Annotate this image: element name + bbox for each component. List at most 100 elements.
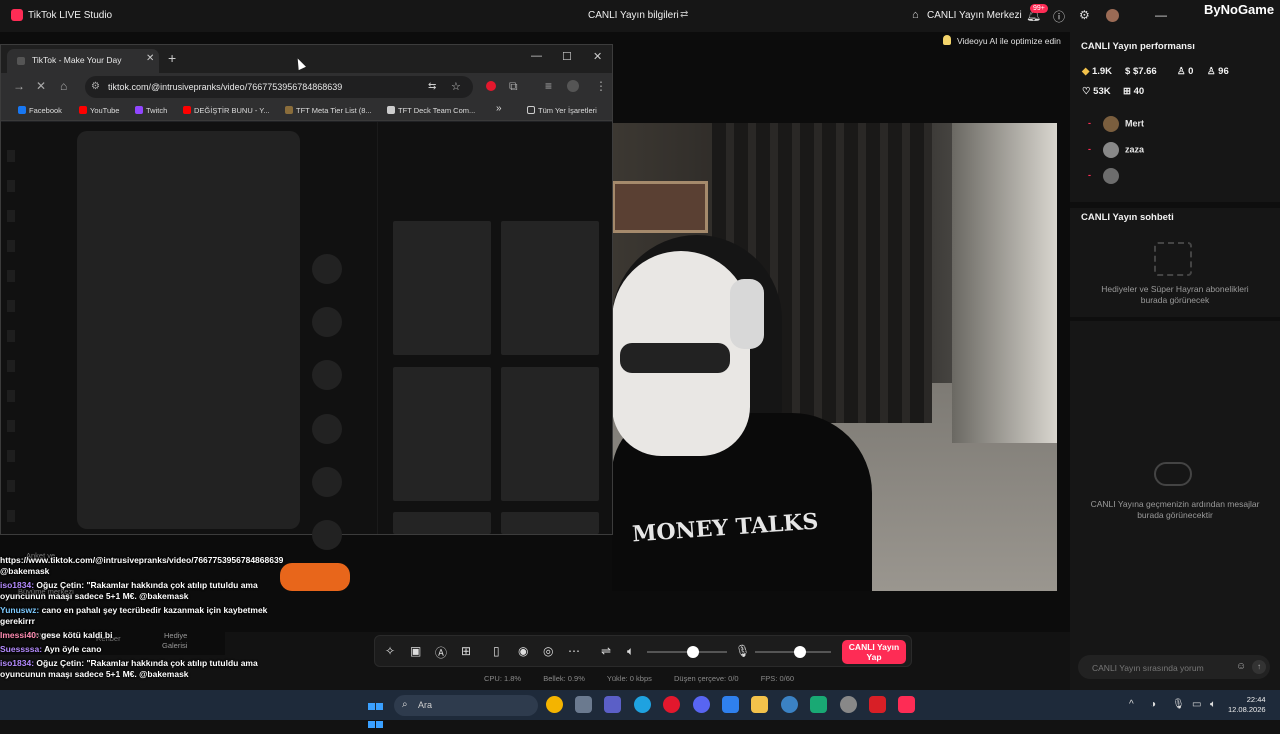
tray-display-icon[interactable]: ▭ [1192,699,1201,710]
comment-input[interactable]: CANLI Yayın sırasında yorum ☺ ↑ [1078,655,1270,679]
new-tab-button[interactable]: + [168,50,176,66]
bookmark-youtube[interactable]: YouTube [79,106,119,115]
media-control-icon[interactable]: ≡ [545,79,552,93]
app-icon[interactable] [810,696,827,713]
skeleton-nav-item [7,330,15,342]
back-arrow-icon[interactable]: → [13,79,25,93]
go-live-button[interactable]: CANLI Yayın Yap [842,640,906,664]
chrome-icon[interactable] [546,696,563,713]
avatar [1103,142,1119,158]
phone-icon[interactable]: ▯ [493,644,500,658]
teams-icon[interactable] [604,696,621,713]
skeleton-thumbnail [393,512,491,534]
upload-rate: Yükle: 0 kbps [606,674,652,683]
viewer-row[interactable]: - Mert [1088,116,1144,132]
tiktok-live-studio-icon[interactable] [898,696,915,713]
opera-icon[interactable] [663,696,680,713]
profile-avatar[interactable] [567,80,579,92]
window-close-icon[interactable]: ✕ [593,50,602,63]
mic-volume-knob[interactable] [794,646,806,658]
overlay-chat-line: Yunuswz: cano en pahalı şey tecrübedir k… [0,605,268,626]
skeleton-action-button [312,520,342,550]
skeleton-action-button [312,360,342,390]
windows-taskbar: ⌕ Ara ^ ◑ 🎙︎ ▭ 🔈︎ 22:44 12.08.2026 [0,690,1280,728]
chrome-active-icon[interactable] [781,696,798,713]
chat-title: CANLI Yayın sohbeti [1081,212,1174,223]
browser-tab[interactable]: TikTok - Make Your Day ✕ [7,49,159,73]
tray-mic-icon[interactable]: 🎙︎ [1172,699,1185,710]
stream-chat-overlay: https://www.tiktok.com/@intrusivepranks/… [0,555,290,683]
bookmarks-overflow-button[interactable]: » [496,103,502,114]
stream-controls-bar: ✧ ▣ Ⓐ ⊞ ▯ ◉ ◎ ⋯ ⇌ 🔈︎ 🎙︎ CANLI Yayın Yap [374,635,912,667]
mic-volume-slider[interactable] [755,651,831,653]
bookmark-degistir[interactable]: DEĞİŞTİR BUNU - Y... [183,106,270,115]
live-info-title[interactable]: CANLI Yayın bilgileri [588,10,679,21]
tab-close-icon[interactable]: ✕ [146,53,154,64]
stop-loading-icon[interactable]: ✕ [36,79,46,93]
ai-optimize-tip[interactable]: Videoyu AI ile optimize edin [957,36,1061,46]
extensions-puzzle-icon[interactable]: ⧉ [509,79,518,94]
skeleton-nav-item [7,510,15,522]
record-icon[interactable]: ◉ [518,644,528,658]
page-divider [377,122,378,534]
app-title: TikTok LIVE Studio [28,10,113,21]
enhance-icon[interactable]: ▣ [410,644,421,658]
watermark-logo: ByNoGame [1204,2,1275,17]
translate-icon[interactable]: ⇆ [428,81,436,92]
bookmark-tft-meta[interactable]: TFT Meta Tier List (8... [285,106,372,115]
home-icon: ⌂ [912,9,919,21]
panel-separator [1070,317,1280,321]
speaker-volume-knob[interactable] [687,646,699,658]
edge-icon[interactable] [634,696,651,713]
magic-wand-icon[interactable]: ✧ [385,644,395,658]
site-info-icon[interactable]: ⚙ [91,81,100,92]
windows-start-icon[interactable] [368,698,383,728]
skeleton-nav-item [7,210,15,222]
mixer-sliders-icon[interactable]: ⇌ [601,644,611,658]
viewer-row[interactable]: - [1088,168,1125,184]
tray-speaker-icon[interactable]: 🔈︎ [1210,699,1216,710]
folder-icon[interactable] [751,696,768,713]
taskbar-search[interactable]: ⌕ Ara [394,695,538,716]
tray-app-icon[interactable]: ◑ [1150,699,1156,710]
menu-kebab-icon[interactable]: ⋮ [595,79,607,93]
bookmark-tft-deck[interactable]: TFT Deck Team Com... [387,106,475,115]
camera-effects-icon[interactable]: ◎ [543,644,553,658]
app-icon[interactable] [840,696,857,713]
add-source-icon[interactable]: ⊞ [461,644,471,658]
help-icon[interactable]: ⓘ [1053,8,1065,25]
speaker-icon[interactable]: 🔈︎ [627,644,634,659]
discord-icon[interactable] [693,696,710,713]
clock[interactable]: 22:44 12.08.2026 [1228,695,1266,715]
live-center-button[interactable]: CANLI Yayın Merkezi [927,10,1022,21]
bookmark-star-icon[interactable]: ☆ [451,80,461,93]
address-bar[interactable]: ⚙ tiktok.com/@intrusivepranks/video/7667… [85,76,473,98]
minimize-icon[interactable]: — [1155,8,1167,22]
ai-icon[interactable]: Ⓐ [435,644,447,661]
emoji-icon[interactable]: ☺ [1236,661,1246,672]
store-icon[interactable] [722,696,739,713]
all-bookmarks-folder[interactable]: Tüm Yer İşaretleri [527,106,597,115]
edit-arrows-icon[interactable]: ⇄ [680,9,688,20]
gifts-stat: ⊞ 40 [1123,86,1145,97]
url-text[interactable]: tiktok.com/@intrusivepranks/video/766775… [108,82,342,92]
bookmark-twitch[interactable]: Twitch [135,106,167,115]
file-explorer-icon[interactable] [575,696,592,713]
tray-chevron-icon[interactable]: ^ [1129,699,1134,710]
microphone-icon[interactable]: 🎙︎ [735,644,750,658]
browser-window[interactable]: TikTok - Make Your Day ✕ + — ☐ ✕ → ✕ ⌂ ⚙… [0,44,613,550]
more-icon[interactable]: ⋯ [568,644,580,658]
viewer-row[interactable]: - zaza [1088,142,1144,158]
home-icon[interactable]: ⌂ [60,79,67,93]
send-arrow-icon[interactable]: ↑ [1252,660,1266,674]
folder-icon [527,106,535,114]
chat-bubble-icon [1154,462,1192,486]
youtube-app-icon[interactable] [869,696,886,713]
settings-gear-icon[interactable]: ⚙ [1079,8,1090,22]
avatar[interactable] [1106,9,1119,22]
opera-extension-icon[interactable] [486,81,496,91]
window-maximize-icon[interactable]: ☐ [562,50,572,63]
window-minimize-icon[interactable]: — [531,50,542,62]
bookmark-facebook[interactable]: Facebook [18,106,62,115]
likes-stat: ♡ 53K [1082,86,1111,97]
